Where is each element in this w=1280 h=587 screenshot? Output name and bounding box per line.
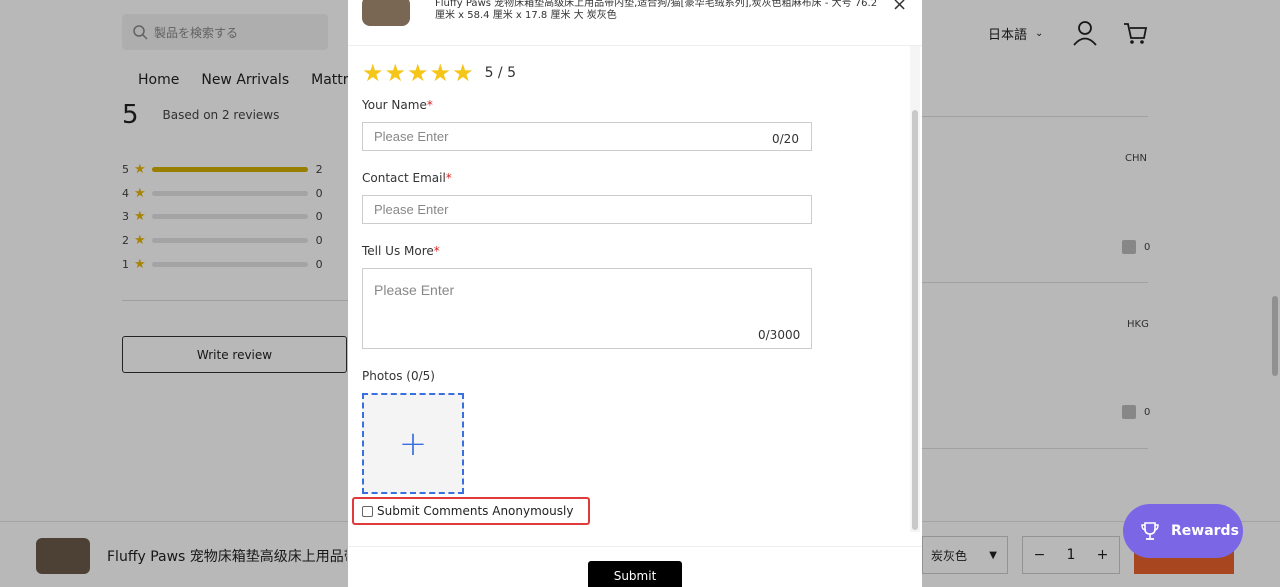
- photos-label: Photos (0/5): [362, 369, 435, 383]
- modal-body: ★ ★ ★ ★ ★ 5 / 5 Your Name* Please Enter …: [348, 46, 910, 546]
- tell-us-more-label-text: Tell Us More: [362, 244, 434, 258]
- tell-us-more-placeholder: Please Enter: [374, 282, 455, 298]
- name-counter: 0/20: [772, 132, 799, 146]
- name-label: Your Name*: [362, 98, 433, 112]
- rewards-button[interactable]: Rewards: [1123, 504, 1243, 558]
- tell-us-more-textarea[interactable]: Please Enter: [362, 268, 812, 349]
- anonymous-checkbox[interactable]: [362, 505, 373, 517]
- tell-us-more-counter: 0/3000: [758, 328, 801, 342]
- rewards-label: Rewards: [1171, 523, 1239, 539]
- name-label-text: Your Name: [362, 98, 427, 112]
- email-label-text: Contact Email: [362, 171, 446, 185]
- name-placeholder: Please Enter: [374, 129, 449, 144]
- email-placeholder: Please Enter: [374, 202, 449, 217]
- star-icon[interactable]: ★: [385, 61, 407, 85]
- product-thumbnail: [362, 0, 410, 26]
- star-icon[interactable]: ★: [407, 61, 429, 85]
- star-icon[interactable]: ★: [362, 61, 384, 85]
- submit-button[interactable]: Submit: [588, 561, 682, 587]
- rating-input: ★ ★ ★ ★ ★ 5 / 5: [362, 61, 517, 85]
- tell-us-more-label: Tell Us More*: [362, 244, 440, 258]
- plus-icon: +: [398, 423, 428, 464]
- email-input[interactable]: Please Enter: [362, 195, 812, 224]
- photo-upload-button[interactable]: +: [362, 393, 464, 494]
- star-icon[interactable]: ★: [430, 61, 452, 85]
- email-label: Contact Email*: [362, 171, 452, 185]
- required-mark: *: [433, 244, 440, 258]
- modal-product-title: Fluffy Paws 宠物床箱垫高级床上用品带内垫,适合狗/猫[豪华毛绒系列]…: [435, 0, 878, 21]
- close-icon[interactable]: ×: [892, 0, 907, 15]
- rating-text: 5 / 5: [484, 65, 517, 81]
- review-modal: Fluffy Paws 宠物床箱垫高级床上用品带内垫,适合狗/猫[豪华毛绒系列]…: [348, 0, 922, 587]
- required-mark: *: [426, 98, 433, 112]
- required-mark: *: [445, 171, 452, 185]
- modal-footer: Submit: [348, 546, 922, 587]
- name-input[interactable]: Please Enter: [362, 122, 812, 151]
- anonymous-label: Submit Comments Anonymously: [377, 504, 574, 518]
- modal-header: Fluffy Paws 宠物床箱垫高级床上用品带内垫,适合狗/猫[豪华毛绒系列]…: [348, 0, 922, 46]
- anonymous-option[interactable]: Submit Comments Anonymously: [352, 497, 590, 525]
- modal-scrollbar-thumb[interactable]: [912, 110, 918, 530]
- star-icon[interactable]: ★: [452, 61, 474, 85]
- trophy-icon: [1141, 522, 1159, 540]
